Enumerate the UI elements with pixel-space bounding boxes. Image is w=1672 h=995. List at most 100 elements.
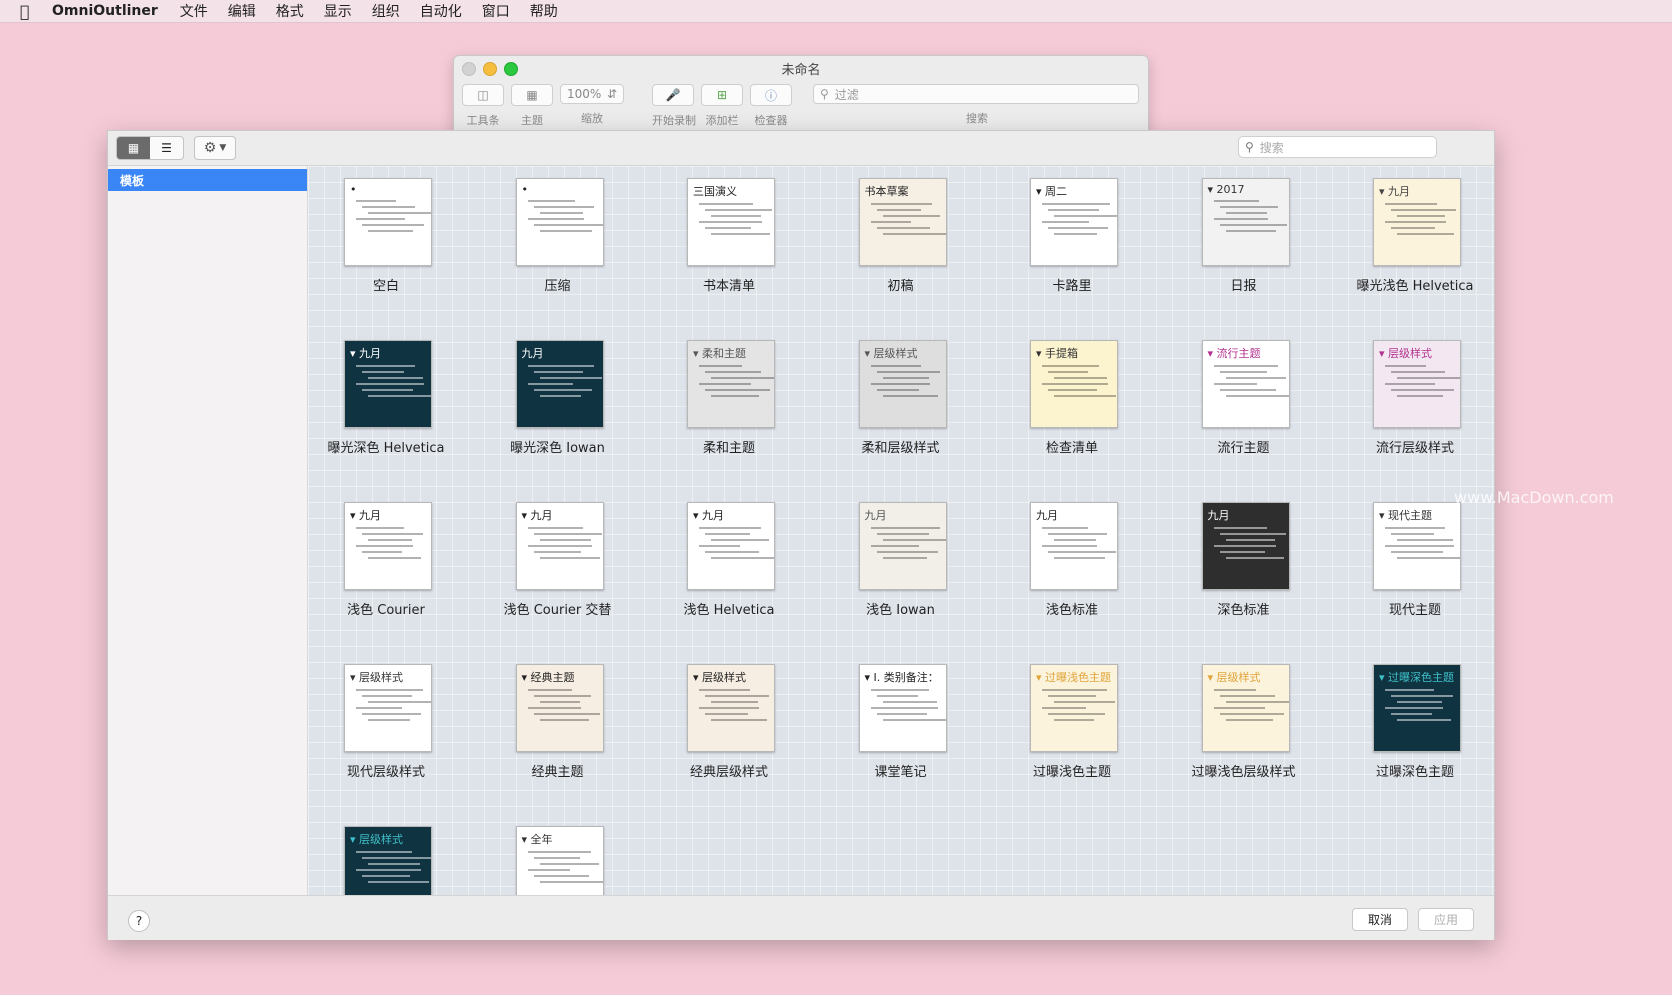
template-thumbnail[interactable]: 书本草案	[858, 178, 947, 266]
template-item[interactable]: ▾ 层级样式 经典层级样式	[654, 664, 804, 784]
template-item[interactable]: 书本草案 初稿	[826, 178, 976, 298]
menu-automation[interactable]: 自动化	[420, 1, 462, 21]
sidebar-item-templates[interactable]: 模板	[108, 169, 307, 191]
template-thumbnail[interactable]: 九月	[515, 340, 604, 428]
template-item[interactable]: • 压缩	[483, 178, 633, 298]
template-thumbnail[interactable]: ▾ 层级样式	[858, 340, 947, 428]
template-item[interactable]: • 空白	[311, 178, 461, 298]
toolbar-toggle-button[interactable]: ◫	[462, 84, 504, 106]
template-item[interactable]: 九月 深色标准	[1169, 502, 1319, 622]
template-thumbnail[interactable]: ▾ 柔和主题	[687, 340, 775, 428]
template-thumbnail[interactable]: ▾ 层级样式	[344, 826, 432, 895]
template-thumbnail[interactable]: 三国演义	[687, 178, 775, 266]
grid-view-button[interactable]: ▦	[117, 137, 150, 159]
template-item[interactable]: ▾ 周二 卡路里	[997, 178, 1147, 298]
template-item[interactable]: ▾ 全年	[483, 826, 633, 895]
filter-field[interactable]: ⚲ 过滤	[813, 84, 1139, 104]
template-item[interactable]: 三国演义 书本清单	[654, 178, 804, 298]
cancel-button[interactable]: 取消	[1352, 908, 1408, 931]
thumbnail-line	[1391, 533, 1434, 535]
inspector-button[interactable]: ⓘ	[750, 84, 792, 106]
thumbnail-heading: ▾ 层级样式	[864, 347, 918, 360]
template-thumbnail[interactable]: 九月	[858, 502, 947, 590]
template-thumbnail[interactable]: ▾ 周二	[1030, 178, 1118, 266]
template-item[interactable]: 九月 曝光深色 Iowan	[483, 340, 633, 460]
template-item[interactable]: ▾ 2017 日报	[1169, 178, 1319, 298]
help-button[interactable]: ?	[128, 910, 150, 932]
inspector-group: ⓘ 检查器	[750, 84, 792, 128]
template-item[interactable]: ▾ 经典主题 经典主题	[483, 664, 633, 784]
template-item[interactable]: ▾ I. 类别备注： 课堂笔记	[826, 664, 976, 784]
menu-edit[interactable]: 编辑	[228, 1, 256, 21]
menu-file[interactable]: 文件	[180, 1, 208, 21]
template-thumbnail[interactable]: ▾ 流行主题	[1201, 340, 1290, 428]
template-thumbnail[interactable]: ▾ 2017	[1201, 178, 1290, 266]
template-thumbnail[interactable]: ▾ 层级样式	[344, 664, 432, 752]
template-thumbnail[interactable]: ▾ I. 类别备注：	[858, 664, 947, 752]
add-column-button[interactable]: ⊞	[701, 84, 743, 106]
template-thumbnail[interactable]: ▾ 现代主题	[1373, 502, 1461, 590]
thumbnail-line	[1042, 689, 1107, 691]
template-item[interactable]: ▾ 九月 曝光浅色 Helvetica	[1340, 178, 1490, 298]
thumbnail-line	[870, 365, 921, 367]
thumbnail-heading: •	[521, 183, 529, 196]
template-thumbnail[interactable]: ▾ 九月	[515, 502, 604, 590]
grid-icon: ▦	[127, 141, 140, 155]
template-item[interactable]: ▾ 过曝深色主题 过曝深色主题	[1340, 664, 1490, 784]
template-item[interactable]: ▾ 九月 浅色 Courier 交替	[483, 502, 633, 622]
menu-window[interactable]: 窗口	[482, 1, 510, 21]
template-thumbnail[interactable]: ▾ 过曝深色主题	[1373, 664, 1461, 752]
template-item[interactable]: ▾ 层级样式 过曝浅色层级样式	[1169, 664, 1319, 784]
menu-help[interactable]: 帮助	[530, 1, 558, 21]
template-thumbnail[interactable]: ▾ 九月	[1373, 178, 1461, 266]
template-item[interactable]: ▾ 九月曝光深色 Helvetica	[311, 340, 461, 460]
template-item[interactable]: ▾ 手提箱 检查清单	[997, 340, 1147, 460]
thumbnail-line	[1225, 557, 1284, 559]
template-item[interactable]: 九月 浅色 Iowan	[826, 502, 976, 622]
template-item[interactable]: ▾ 九月 浅色 Courier	[311, 502, 461, 622]
template-thumbnail[interactable]: ▾ 手提箱	[1030, 340, 1118, 428]
zoom-stepper[interactable]: 100% ⇵	[560, 84, 624, 104]
action-menu-button[interactable]: ⚙ ▼	[194, 136, 236, 160]
menu-view[interactable]: 显示	[324, 1, 352, 21]
template-thumbnail[interactable]: ▾ 层级样式	[1201, 664, 1290, 752]
template-item[interactable]: ▾ 流行主题 流行主题	[1169, 340, 1319, 460]
record-button[interactable]: 🎤	[652, 84, 694, 106]
template-item[interactable]: ▾ 层级样式 现代层级样式	[311, 664, 461, 784]
template-item[interactable]: ▾ 层级样式 流行层级样式	[1340, 340, 1490, 460]
menu-format[interactable]: 格式	[276, 1, 304, 21]
template-thumbnail[interactable]: ▾ 九月	[344, 340, 432, 428]
template-item[interactable]: ▾ 层级样式 柔和层级样式	[826, 340, 976, 460]
apply-button[interactable]: 应用	[1418, 908, 1474, 931]
menu-organize[interactable]: 组织	[372, 1, 400, 21]
template-thumbnail[interactable]: ▾ 过曝浅色主题	[1030, 664, 1118, 752]
template-item[interactable]: ▾ 层级样式	[311, 826, 461, 895]
template-thumbnail[interactable]: •	[344, 178, 432, 266]
menu-app-name[interactable]: OmniOutliner	[52, 3, 158, 19]
template-thumbnail[interactable]: ▾ 层级样式	[687, 664, 775, 752]
thumbnail-line	[705, 551, 759, 553]
thumbnail-line	[362, 206, 415, 208]
template-item[interactable]: ▾ 九月 浅色 Helvetica	[654, 502, 804, 622]
apple-menu-icon[interactable]: 	[20, 2, 42, 21]
template-item[interactable]: 九月 浅色标准	[997, 502, 1147, 622]
template-thumbnail[interactable]: ▾ 层级样式	[1373, 340, 1461, 428]
template-thumbnail[interactable]: ▾ 全年	[515, 826, 604, 895]
list-view-button[interactable]: ☰	[150, 137, 183, 159]
template-name: 曝光深色 Helvetica	[327, 441, 445, 456]
template-search-field[interactable]: ⚲ 搜索	[1238, 136, 1437, 158]
template-name: 压缩	[544, 279, 571, 294]
template-thumbnail[interactable]: ▾ 九月	[687, 502, 775, 590]
thumbnail-line	[870, 221, 911, 223]
template-item[interactable]: ▾ 过曝浅色主题 过曝浅色主题	[997, 664, 1147, 784]
template-thumbnail[interactable]: ▾ 经典主题	[515, 664, 604, 752]
template-thumbnail[interactable]: 九月	[1201, 502, 1290, 590]
stepper-arrows-icon: ⇵	[606, 87, 617, 101]
template-thumbnail[interactable]: •	[515, 178, 604, 266]
view-mode-control: ▦ ☰	[116, 136, 184, 160]
theme-button[interactable]: ▦	[511, 84, 553, 106]
template-thumbnail[interactable]: 九月	[1030, 502, 1118, 590]
template-item[interactable]: ▾ 柔和主题 柔和主题	[654, 340, 804, 460]
template-thumbnail[interactable]: ▾ 九月	[344, 502, 432, 590]
template-item[interactable]: ▾ 现代主题 现代主题	[1340, 502, 1490, 622]
